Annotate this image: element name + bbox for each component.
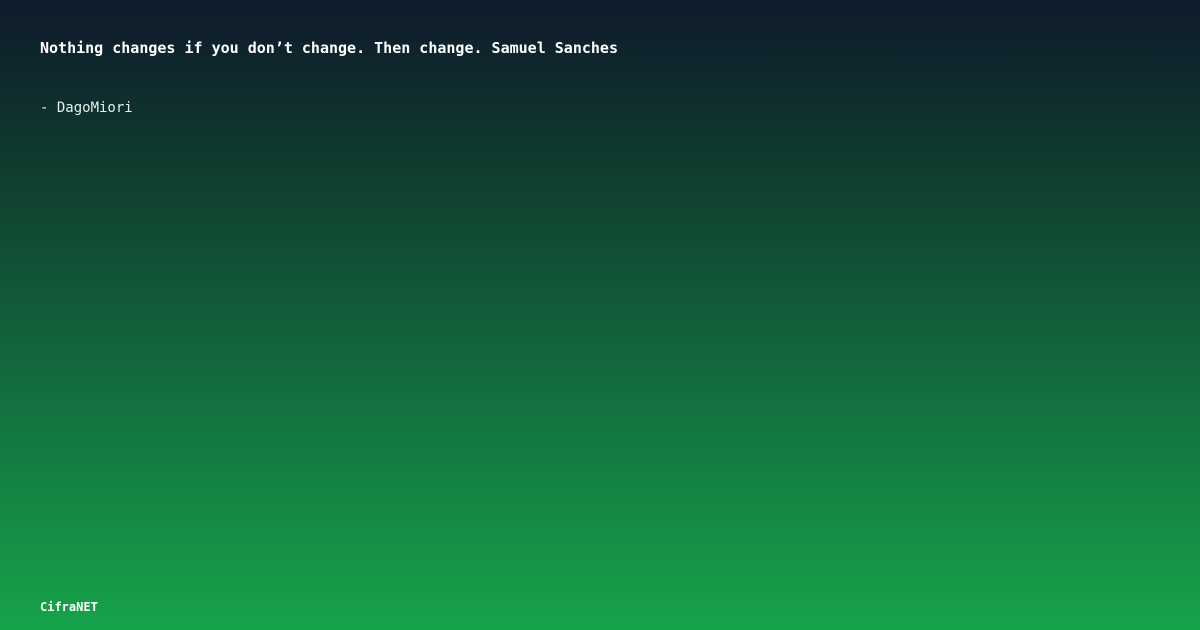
quote-text: Nothing changes if you don’t change. The… [40,39,618,57]
quote-card: Nothing changes if you don’t change. The… [0,0,1200,630]
brand-name: CifraNET [40,600,98,614]
quote-author: - DagoMiori [40,100,133,116]
